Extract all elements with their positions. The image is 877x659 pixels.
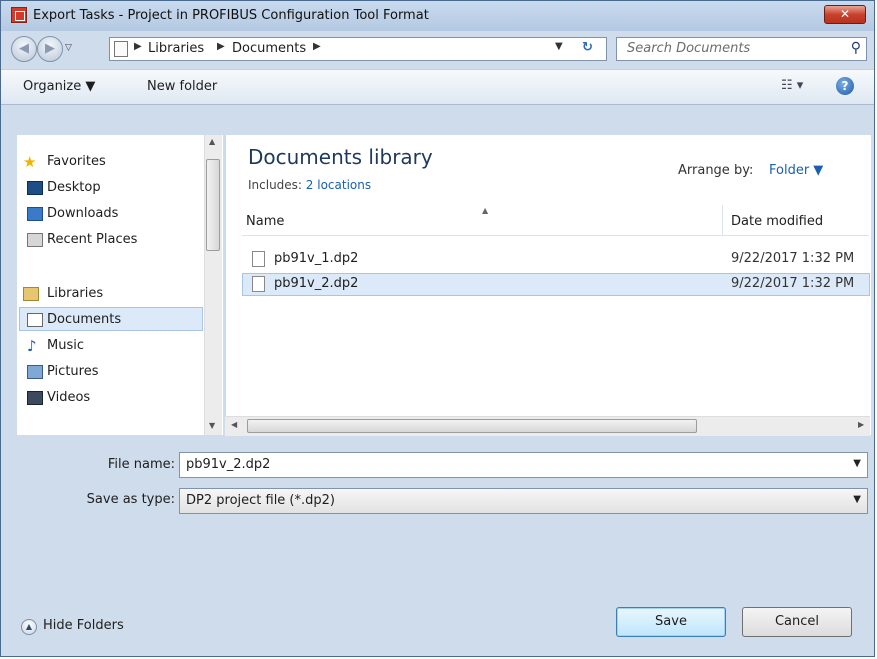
cancel-button[interactable]: Cancel <box>742 607 852 637</box>
title-bar: Export Tasks - Project in PROFIBUS Confi… <box>1 1 874 31</box>
forward-button[interactable]: ▶ <box>37 36 63 62</box>
file-name: pb91v_2.dp2 <box>274 276 359 291</box>
close-button[interactable]: ✕ <box>824 5 866 24</box>
music-icon: ♪ <box>27 337 37 355</box>
toolbar: Organize ▼ New folder ☷ ▾ ? <box>1 69 874 105</box>
arrange-by-dropdown[interactable]: Folder ▼ <box>769 163 823 178</box>
library-icon <box>114 41 128 57</box>
search-icon[interactable]: ⚲ <box>851 40 861 56</box>
save-dialog-window: Export Tasks - Project in PROFIBUS Confi… <box>0 0 875 657</box>
chevron-right-icon[interactable]: ▶ <box>134 41 142 52</box>
file-date: 9/22/2017 1:32 PM <box>731 251 855 266</box>
app-icon <box>11 7 27 23</box>
chevron-right-icon[interactable]: ▶ <box>217 41 225 52</box>
help-icon[interactable]: ? <box>836 77 854 95</box>
documents-icon <box>27 313 43 327</box>
file-date: 9/22/2017 1:32 PM <box>731 276 855 291</box>
save-as-type-value: DP2 project file (*.dp2) <box>186 493 335 508</box>
new-folder-button[interactable]: New folder <box>147 79 217 94</box>
chevron-right-icon[interactable]: ▶ <box>313 41 321 52</box>
column-header-date-modified[interactable]: Date modified <box>731 214 823 229</box>
column-header-row: ▲ Name Date modified <box>242 205 869 236</box>
change-view-icon[interactable]: ☷ ▾ <box>781 78 803 93</box>
breadcrumb-libraries[interactable]: Libraries <box>148 41 204 56</box>
file-row[interactable]: pb91v_1.dp2 9/22/2017 1:32 PM <box>242 248 870 271</box>
scrollbar-thumb[interactable] <box>206 159 220 251</box>
navigation-scrollbar[interactable]: ▲ ▼ <box>204 135 222 435</box>
save-as-type-label: Save as type: <box>86 492 175 507</box>
recent-pages-dropdown[interactable]: ▽ <box>65 43 72 53</box>
address-bar[interactable]: ▶ Libraries ▶ Documents ▶ ▼ ↻ <box>109 37 607 61</box>
chevron-down-icon[interactable]: ▼ <box>853 494 861 505</box>
desktop-icon <box>27 181 43 195</box>
pictures-icon <box>27 365 43 379</box>
back-button[interactable]: ◀ <box>11 36 37 62</box>
dialog-footer: ▲ Hide Folders Save Cancel <box>1 601 874 657</box>
filename-value: pb91v_2.dp2 <box>186 457 271 472</box>
address-row: ◀ ▶ ▽ ▶ Libraries ▶ Documents ▶ ▼ ↻ Sear… <box>1 31 874 69</box>
file-list-pane: Documents library Includes: 2 locations … <box>225 135 871 435</box>
address-dropdown-icon[interactable]: ▼ <box>555 41 563 52</box>
scrollbar-thumb[interactable] <box>247 419 697 433</box>
search-placeholder: Search Documents <box>627 41 751 56</box>
refresh-icon[interactable]: ↻ <box>582 40 593 55</box>
sort-ascending-icon: ▲ <box>482 206 489 215</box>
downloads-icon <box>27 207 43 221</box>
breadcrumb-documents[interactable]: Documents <box>232 41 306 56</box>
file-name: pb91v_1.dp2 <box>274 251 359 266</box>
hide-folders-label: Hide Folders <box>43 618 124 633</box>
arrange-by-label: Arrange by: <box>678 163 754 178</box>
column-divider[interactable] <box>722 205 723 235</box>
search-input[interactable]: Search Documents ⚲ <box>616 37 867 61</box>
chevron-down-icon[interactable]: ▼ <box>853 458 861 469</box>
navigation-pane: ★ Favorites Desktop Downloads Recent Pla… <box>17 135 223 435</box>
libraries-icon <box>23 287 39 301</box>
file-row-selected[interactable]: pb91v_2.dp2 9/22/2017 1:32 PM <box>242 273 870 296</box>
scroll-right-icon[interactable]: ▶ <box>858 420 864 429</box>
file-icon <box>252 251 265 267</box>
file-list-scrollbar[interactable]: ◀ ▶ <box>225 416 870 436</box>
scroll-down-icon[interactable]: ▼ <box>209 421 215 430</box>
library-title: Documents library <box>248 145 433 169</box>
library-includes: Includes: 2 locations <box>248 178 372 192</box>
save-as-type-select[interactable]: DP2 project file (*.dp2) ▼ <box>179 488 868 514</box>
save-button[interactable]: Save <box>616 607 726 637</box>
scroll-left-icon[interactable]: ◀ <box>231 420 237 429</box>
organize-button[interactable]: Organize ▼ <box>23 79 95 94</box>
recent-places-icon <box>27 233 43 247</box>
window-title: Export Tasks - Project in PROFIBUS Confi… <box>33 8 429 23</box>
save-form: File name: pb91v_2.dp2 ▼ Save as type: D… <box>1 437 874 537</box>
filename-label: File name: <box>107 457 175 472</box>
scroll-up-icon[interactable]: ▲ <box>209 137 215 146</box>
locations-link[interactable]: 2 locations <box>306 178 371 192</box>
videos-icon <box>27 391 43 405</box>
column-header-name[interactable]: Name <box>246 214 284 229</box>
star-icon: ★ <box>23 153 37 171</box>
collapse-icon: ▲ <box>21 619 37 635</box>
file-icon <box>252 276 265 292</box>
filename-input[interactable]: pb91v_2.dp2 ▼ <box>179 452 868 478</box>
